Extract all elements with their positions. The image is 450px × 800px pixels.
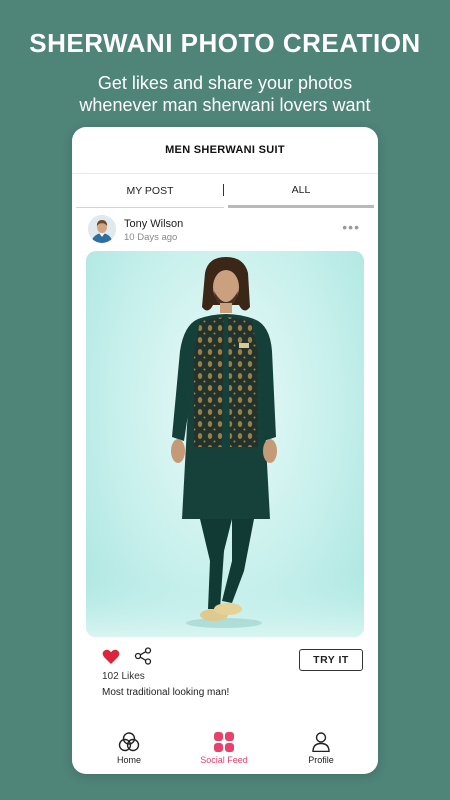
feed-tabs: MY POST ALL [72,173,378,209]
app-header-title: MEN SHERWANI SUIT [165,144,285,156]
post-user-name[interactable]: Tony Wilson [124,218,183,230]
bottom-nav: Home Social Feed Profile [72,728,378,774]
post-caption: Most traditional looking man! [102,687,230,698]
sherwani-model-illustration [86,257,364,637]
promo-subtitle-line-2: whenever man sherwani lovers want [79,95,371,115]
tab-my-post[interactable]: MY POST [76,174,224,208]
home-circles-icon [118,732,140,752]
tab-divider [223,184,224,196]
promo-title: SHERWANI PHOTO CREATION [29,28,421,58]
tab-all[interactable]: ALL [228,174,374,208]
more-options-icon[interactable]: ••• [342,219,360,235]
try-it-button[interactable]: TRY IT [299,649,363,671]
user-icon [312,732,330,752]
nav-home[interactable]: Home [89,732,169,765]
post-photo[interactable] [86,251,364,637]
share-icon[interactable] [134,647,152,670]
like-heart-icon[interactable] [102,649,120,670]
nav-social-feed-label: Social Feed [200,755,248,765]
post-header: Tony Wilson 10 Days ago ••• [72,213,378,247]
phone-screen: MEN SHERWANI SUIT MY POST ALL Tony Wilso… [72,127,378,774]
nav-profile[interactable]: Profile [281,732,361,765]
nav-profile-label: Profile [308,755,334,765]
grid-icon [214,732,234,752]
post-timestamp: 10 Days ago [124,232,178,243]
promo-subtitle-line-1: Get likes and share your photos [97,73,353,93]
promo-subtitle: Get likes and share your photos whenever… [0,72,450,116]
nav-home-label: Home [116,755,141,765]
nav-social-feed[interactable]: Social Feed [184,732,264,765]
likes-count: 102 Likes [102,671,145,682]
avatar[interactable] [88,215,116,243]
